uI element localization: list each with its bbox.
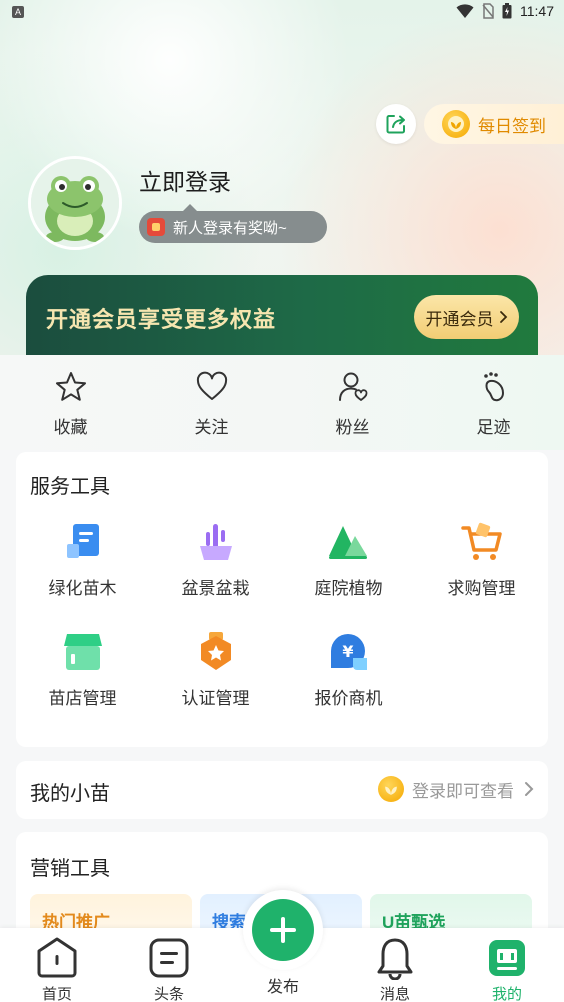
bell-icon	[377, 938, 413, 980]
my-xiaomiao-title: 我的小苗	[30, 783, 110, 805]
favorites-button[interactable]: 收藏	[0, 355, 141, 450]
favorites-label: 收藏	[53, 418, 88, 437]
service-purchase-label: 求购管理	[447, 579, 516, 598]
chevron-right-icon	[499, 311, 507, 323]
nav-mine-label: 我的	[491, 986, 522, 1002]
service-store[interactable]: 苗店管理	[16, 630, 149, 709]
frog-avatar-icon	[31, 159, 119, 247]
nav-home-label: 首页	[41, 986, 72, 1002]
login-to-view-text: 登录即可查看	[412, 781, 514, 801]
nav-mine[interactable]: 我的	[472, 936, 542, 1002]
service-greening[interactable]: 绿化苗木	[16, 520, 149, 599]
vip-promo-text: 开通会员享受更多权益	[46, 307, 277, 332]
login-link[interactable]: 立即登录	[139, 163, 231, 197]
mine-icon	[489, 940, 525, 976]
svg-text:¥: ¥	[342, 642, 353, 661]
service-bonsai[interactable]: 盆景盆栽	[149, 520, 282, 599]
daily-signin-button[interactable]: 每日签到	[424, 104, 564, 144]
nav-home[interactable]: 首页	[22, 936, 92, 1002]
coin-icon	[378, 776, 404, 802]
home-icon	[37, 937, 77, 978]
new-user-reward-tip: 新人登录有奖呦~	[139, 204, 327, 243]
service-tools-card: 服务工具 绿化苗木 盆景盆栽 庭院植物 求购管理 苗店管理 认证管理 ¥ 报价商…	[16, 452, 548, 747]
plus-icon	[270, 917, 296, 943]
avatar[interactable]	[28, 156, 122, 250]
open-vip-label: 开通会员	[425, 309, 494, 329]
status-bar: A 11:47	[0, 0, 564, 26]
open-vip-button[interactable]: 开通会员	[414, 295, 519, 339]
service-quote[interactable]: ¥ 报价商机	[282, 630, 415, 709]
footprint-button[interactable]: 足迹	[423, 355, 564, 450]
nav-messages[interactable]: 消息	[360, 936, 430, 1002]
app-notification-icon: A	[12, 6, 24, 18]
star-icon	[55, 372, 86, 401]
service-garden-label: 庭院植物	[314, 579, 383, 598]
clock: 11:47	[520, 3, 554, 19]
reward-text: 新人登录有奖呦~	[173, 219, 287, 237]
quick-actions-row: 收藏 关注 粉丝 足迹	[0, 355, 564, 450]
headlines-icon	[149, 938, 189, 978]
greening-icon	[66, 524, 99, 558]
my-xiaomiao-card[interactable]: 我的小苗 登录即可查看	[16, 761, 548, 819]
service-purchase[interactable]: 求购管理	[415, 520, 548, 599]
service-bonsai-label: 盆景盆栽	[181, 579, 250, 598]
battery-icon	[502, 3, 512, 19]
share-icon	[386, 115, 405, 134]
nav-messages-label: 消息	[379, 986, 410, 1002]
nav-headlines[interactable]: 头条	[134, 936, 204, 1002]
signin-label: 每日签到	[478, 116, 546, 136]
following-label: 关注	[194, 418, 229, 437]
service-greening-label: 绿化苗木	[48, 579, 117, 598]
store-icon	[63, 634, 102, 670]
no-sim-icon	[482, 3, 494, 19]
service-certification-label: 认证管理	[181, 689, 250, 708]
publish-button[interactable]	[243, 890, 323, 970]
garden-icon	[328, 526, 367, 559]
service-tools-title: 服务工具	[30, 476, 110, 498]
fans-button[interactable]: 粉丝	[282, 355, 423, 450]
quote-icon: ¥	[330, 634, 367, 670]
gift-icon	[147, 218, 165, 236]
footprint-icon	[483, 372, 504, 402]
publish-label: 发布	[266, 979, 299, 996]
service-certification[interactable]: 认证管理	[149, 630, 282, 709]
chevron-right-icon	[525, 782, 534, 796]
service-garden[interactable]: 庭院植物	[282, 520, 415, 599]
marketing-tools-title: 营销工具	[30, 858, 110, 880]
vip-banner[interactable]: 开通会员享受更多权益 开通会员	[26, 275, 538, 355]
service-store-label: 苗店管理	[48, 689, 117, 708]
fans-icon	[338, 372, 367, 401]
fans-label: 粉丝	[335, 418, 370, 437]
footprint-label: 足迹	[476, 418, 511, 437]
certification-icon	[200, 632, 231, 670]
nav-headlines-label: 头条	[153, 986, 184, 1002]
cart-icon	[460, 522, 502, 560]
wifi-icon	[456, 4, 474, 18]
following-button[interactable]: 关注	[141, 355, 282, 450]
bonsai-icon	[199, 524, 232, 560]
heart-icon	[196, 371, 227, 400]
share-button[interactable]	[376, 104, 416, 144]
service-quote-label: 报价商机	[314, 689, 383, 708]
coin-icon	[442, 110, 470, 138]
